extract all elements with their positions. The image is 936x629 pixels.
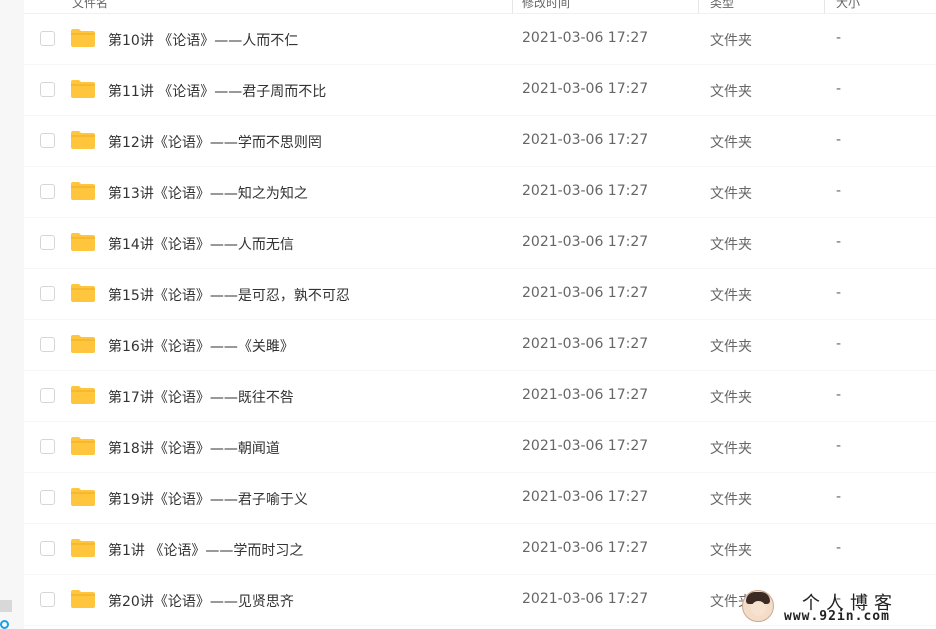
row-checkbox[interactable]	[40, 490, 55, 505]
column-header-name[interactable]: 文件名	[72, 0, 108, 10]
column-header-size[interactable]: 大小	[836, 0, 860, 10]
file-name[interactable]: 第15讲《论语》——是可忍，孰不可忍	[108, 285, 350, 305]
file-size: -	[836, 540, 842, 556]
file-date: 2021-03-06 17:27	[522, 489, 649, 505]
file-type: 文件夹	[710, 33, 752, 49]
table-row[interactable]: 第1讲 《论语》——学而时习之 2021-03-06 17:27 文件夹 -	[24, 524, 936, 575]
watermark-url: www.92in.com	[784, 609, 890, 624]
file-type: 文件夹	[710, 288, 752, 304]
folder-icon	[71, 29, 95, 47]
table-row[interactable]: 第15讲《论语》——是可忍，孰不可忍 2021-03-06 17:27 文件夹 …	[24, 269, 936, 320]
folder-icon	[71, 488, 95, 506]
file-name[interactable]: 第19讲《论语》——君子喻于义	[108, 489, 308, 509]
file-date: 2021-03-06 17:27	[522, 132, 649, 148]
column-divider	[512, 0, 513, 13]
file-type: 文件夹	[710, 543, 752, 559]
file-type: 文件夹	[710, 492, 752, 508]
folder-icon	[71, 590, 95, 608]
row-checkbox[interactable]	[40, 82, 55, 97]
folder-icon	[71, 539, 95, 557]
file-list: 第10讲 《论语》——人而不仁 2021-03-06 17:27 文件夹 - 第…	[24, 14, 936, 626]
file-date: 2021-03-06 17:27	[522, 336, 649, 352]
file-name[interactable]: 第12讲《论语》——学而不思则罔	[108, 132, 322, 152]
column-header-date[interactable]: 修改时间	[522, 0, 570, 10]
file-date: 2021-03-06 17:27	[522, 540, 649, 556]
table-row[interactable]: 第19讲《论语》——君子喻于义 2021-03-06 17:27 文件夹 -	[24, 473, 936, 524]
file-name[interactable]: 第14讲《论语》——人而无信	[108, 234, 294, 254]
table-row[interactable]: 第13讲《论语》——知之为知之 2021-03-06 17:27 文件夹 -	[24, 167, 936, 218]
file-type: 文件夹	[710, 390, 752, 406]
file-date: 2021-03-06 17:27	[522, 30, 649, 46]
file-name[interactable]: 第1讲 《论语》——学而时习之	[108, 540, 303, 560]
row-checkbox[interactable]	[40, 133, 55, 148]
table-row[interactable]: 第14讲《论语》——人而无信 2021-03-06 17:27 文件夹 -	[24, 218, 936, 269]
row-checkbox[interactable]	[40, 31, 55, 46]
folder-icon	[71, 80, 95, 98]
row-checkbox[interactable]	[40, 184, 55, 199]
table-row[interactable]: 第16讲《论语》——《关雎》 2021-03-06 17:27 文件夹 -	[24, 320, 936, 371]
table-row[interactable]: 第17讲《论语》——既往不咎 2021-03-06 17:27 文件夹 -	[24, 371, 936, 422]
file-size: -	[836, 81, 842, 97]
column-divider	[824, 0, 825, 13]
file-date: 2021-03-06 17:27	[522, 285, 649, 301]
file-name[interactable]: 第10讲 《论语》——人而不仁	[108, 30, 298, 50]
folder-icon	[71, 437, 95, 455]
file-type: 文件夹	[710, 135, 752, 151]
file-date: 2021-03-06 17:27	[522, 591, 649, 607]
file-type: 文件夹	[710, 84, 752, 100]
folder-icon	[71, 131, 95, 149]
file-date: 2021-03-06 17:27	[522, 234, 649, 250]
file-name[interactable]: 第11讲 《论语》——君子周而不比	[108, 81, 326, 101]
table-row[interactable]: 第12讲《论语》——学而不思则罔 2021-03-06 17:27 文件夹 -	[24, 116, 936, 167]
file-date: 2021-03-06 17:27	[522, 438, 649, 454]
row-checkbox[interactable]	[40, 286, 55, 301]
file-type: 文件夹	[710, 441, 752, 457]
column-header-type[interactable]: 类型	[710, 0, 734, 10]
file-date: 2021-03-06 17:27	[522, 387, 649, 403]
file-size: -	[836, 336, 842, 352]
file-type: 文件夹	[710, 339, 752, 355]
file-type: 文件夹	[710, 237, 752, 253]
file-size: -	[836, 489, 842, 505]
file-name[interactable]: 第17讲《论语》——既往不咎	[108, 387, 294, 407]
row-checkbox[interactable]	[40, 337, 55, 352]
file-name[interactable]: 第16讲《论语》——《关雎》	[108, 336, 294, 356]
folder-icon	[71, 335, 95, 353]
file-size: -	[836, 234, 842, 250]
table-row[interactable]: 第10讲 《论语》——人而不仁 2021-03-06 17:27 文件夹 -	[24, 14, 936, 65]
file-name[interactable]: 第20讲《论语》——见贤思齐	[108, 591, 294, 611]
row-checkbox[interactable]	[40, 439, 55, 454]
file-size: -	[836, 285, 842, 301]
folder-icon	[71, 182, 95, 200]
file-date: 2021-03-06 17:27	[522, 183, 649, 199]
file-size: -	[836, 438, 842, 454]
file-size: -	[836, 30, 842, 46]
column-divider	[698, 0, 699, 13]
file-name[interactable]: 第18讲《论语》——朝闻道	[108, 438, 280, 458]
watermark-avatar-icon	[742, 590, 774, 622]
left-sidebar-edge	[0, 0, 24, 629]
file-size: -	[836, 183, 842, 199]
file-list-header: 文件名 修改时间 类型 大小	[24, 0, 936, 14]
file-size: -	[836, 132, 842, 148]
file-size: -	[836, 387, 842, 403]
row-checkbox[interactable]	[40, 388, 55, 403]
folder-icon	[71, 233, 95, 251]
file-type: 文件夹	[710, 186, 752, 202]
table-row[interactable]: 第18讲《论语》——朝闻道 2021-03-06 17:27 文件夹 -	[24, 422, 936, 473]
row-checkbox[interactable]	[40, 592, 55, 607]
row-checkbox[interactable]	[40, 235, 55, 250]
file-date: 2021-03-06 17:27	[522, 81, 649, 97]
app-logo-icon	[0, 620, 9, 629]
table-row[interactable]: 第11讲 《论语》——君子周而不比 2021-03-06 17:27 文件夹 -	[24, 65, 936, 116]
row-checkbox[interactable]	[40, 541, 55, 556]
folder-icon	[71, 386, 95, 404]
file-name[interactable]: 第13讲《论语》——知之为知之	[108, 183, 308, 203]
sidebar-scroll-marker	[0, 600, 12, 612]
blog-watermark: 个人博客 www.92in.com	[742, 587, 936, 629]
folder-icon	[71, 284, 95, 302]
